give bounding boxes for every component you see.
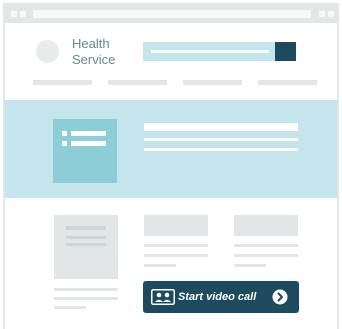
- card-text-line: [234, 254, 298, 257]
- card-image[interactable]: [234, 215, 298, 236]
- doc-line: [66, 226, 106, 230]
- card-text-line: [54, 306, 86, 309]
- start-video-call-button[interactable]: Start video call: [143, 281, 299, 313]
- search-placeholder-line: [151, 50, 269, 53]
- card-text-line: [54, 288, 118, 291]
- card-text-line: [54, 297, 118, 300]
- list-bullet: [62, 131, 67, 136]
- address-bar[interactable]: [33, 10, 311, 18]
- brand-name[interactable]: Health Service: [72, 36, 142, 68]
- browser-window: Health Service Start video call: [3, 3, 339, 329]
- chevron-right-icon: [272, 289, 288, 305]
- hero-list-card: [53, 119, 117, 183]
- search-input[interactable]: [143, 42, 275, 61]
- start-video-call-label: Start video call: [178, 291, 257, 303]
- card-text-line: [144, 244, 208, 247]
- list-line: [71, 131, 106, 136]
- list-bullet: [62, 141, 67, 146]
- document-thumbnail[interactable]: [54, 215, 118, 279]
- nav-item[interactable]: [183, 80, 242, 85]
- hero-banner: [5, 100, 337, 198]
- nav-item[interactable]: [258, 80, 317, 85]
- hero-heading-line: [144, 123, 298, 131]
- hero-text-line: [144, 148, 298, 151]
- window-control-dot[interactable]: [328, 11, 334, 17]
- card-text-line: [144, 254, 208, 257]
- window-control-dot[interactable]: [11, 11, 17, 17]
- nav-item[interactable]: [108, 80, 167, 85]
- video-call-icon: [151, 289, 175, 305]
- nav-item[interactable]: [33, 80, 92, 85]
- window-control-dot[interactable]: [319, 11, 325, 17]
- card-text-line: [234, 264, 266, 267]
- browser-chrome: [5, 5, 337, 23]
- search-button[interactable]: [275, 42, 296, 61]
- card-text-line: [144, 264, 176, 267]
- window-control-dot[interactable]: [20, 11, 26, 17]
- doc-line: [66, 243, 106, 246]
- doc-line: [66, 236, 106, 239]
- hero-text-line: [144, 138, 298, 141]
- logo-icon[interactable]: [36, 40, 59, 63]
- list-line: [71, 141, 106, 146]
- card-image[interactable]: [144, 215, 208, 236]
- card-text-line: [234, 244, 298, 247]
